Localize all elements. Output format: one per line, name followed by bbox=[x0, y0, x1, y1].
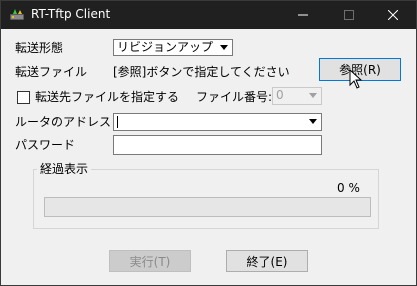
maximize-icon bbox=[344, 10, 354, 20]
progress-group-label: 経過表示 bbox=[37, 162, 92, 176]
app-icon bbox=[9, 7, 25, 23]
transfer-mode-value: リビジョンアップ bbox=[117, 40, 214, 54]
progress-percent: 0 % bbox=[337, 181, 360, 195]
close-button[interactable] bbox=[370, 1, 416, 29]
file-number-value: 0 bbox=[276, 88, 284, 102]
maximize-button bbox=[326, 1, 372, 29]
specify-dest-checkbox[interactable] bbox=[17, 91, 30, 104]
transfer-file-label: 転送ファイル bbox=[15, 65, 88, 79]
window-title: RT-Tftp Client bbox=[31, 7, 111, 21]
close-icon bbox=[388, 10, 398, 20]
chevron-down-icon bbox=[305, 114, 321, 129]
file-number-label: ファイル番号: bbox=[196, 90, 273, 104]
transfer-mode-select[interactable]: リビジョンアップ bbox=[113, 39, 233, 56]
specify-dest-checkbox-label[interactable]: 転送先ファイルを指定する bbox=[35, 90, 179, 104]
password-input[interactable] bbox=[113, 135, 322, 155]
transfer-file-hint: [参照]ボタンで指定してください bbox=[113, 65, 290, 79]
router-address-label: ルータのアドレス bbox=[15, 115, 112, 129]
text-caret bbox=[117, 116, 118, 128]
run-button: 実行(T) bbox=[109, 250, 191, 272]
chevron-down-icon bbox=[216, 40, 232, 55]
minimize-icon bbox=[298, 10, 308, 20]
transfer-mode-label: 転送形態 bbox=[15, 41, 64, 55]
app-window: RT-Tftp Client 転送形態 リビジョンアップ 転送ファイル [参照]… bbox=[0, 0, 417, 286]
router-address-combobox[interactable] bbox=[113, 113, 322, 131]
progress-bar bbox=[44, 197, 371, 217]
mouse-cursor-icon bbox=[349, 68, 363, 92]
password-label: パスワード bbox=[15, 138, 76, 152]
chevron-down-icon bbox=[305, 88, 321, 103]
file-number-select: 0 bbox=[272, 87, 322, 105]
minimize-button[interactable] bbox=[280, 1, 326, 29]
exit-button[interactable]: 終了(E) bbox=[226, 250, 308, 272]
title-bar[interactable]: RT-Tftp Client bbox=[1, 1, 416, 29]
